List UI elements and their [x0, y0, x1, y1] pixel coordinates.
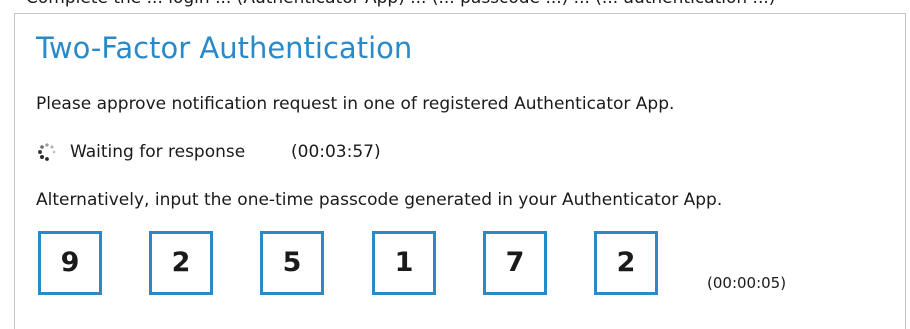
loading-spinner-icon	[38, 143, 56, 161]
otp-digit-5-field[interactable]: 7	[483, 231, 547, 295]
alternative-passcode-message: Alternatively, input the one-time passco…	[36, 190, 723, 210]
otp-digit-2-field[interactable]: 2	[149, 231, 213, 295]
otp-countdown: (00:00:05)	[707, 274, 787, 292]
page-canvas: Complete the ... login ... (Authenticato…	[0, 0, 910, 329]
page-title: Two-Factor Authentication	[36, 31, 413, 65]
waiting-countdown: (00:03:57)	[291, 142, 381, 162]
otp-digit-6-field[interactable]: 2	[594, 231, 658, 295]
waiting-status-label: Waiting for response	[70, 142, 246, 162]
otp-digit-1-field[interactable]: 9	[38, 231, 102, 295]
otp-digit-3-field[interactable]: 5	[260, 231, 324, 295]
approve-notification-message: Please approve notification request in o…	[36, 94, 675, 114]
otp-digit-4-field[interactable]: 1	[372, 231, 436, 295]
two-factor-panel: Two-Factor Authentication Please approve…	[14, 13, 906, 329]
top-cut-off-text: Complete the ... login ... (Authenticato…	[26, 0, 775, 8]
